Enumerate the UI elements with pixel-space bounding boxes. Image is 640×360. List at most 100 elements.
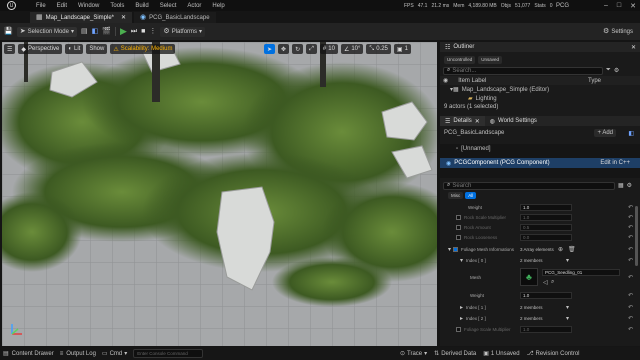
show-button[interactable]: Show	[86, 44, 108, 54]
filter-uncontrolled[interactable]: Uncontrolled	[444, 55, 476, 64]
blueprint-icon[interactable]: ◧	[92, 28, 99, 35]
minimize-icon[interactable]: –	[604, 2, 608, 9]
selection-mode-dropdown[interactable]: ➤ Selection Mode ▾	[16, 26, 77, 37]
console-input[interactable]: Enter Console Command	[133, 349, 204, 358]
more-play-icon[interactable]: ⋮	[149, 28, 156, 35]
output-log-button[interactable]: ≡ Output Log	[60, 351, 96, 357]
override-checkbox-checked[interactable]	[453, 246, 459, 252]
close-icon[interactable]: ✕	[475, 118, 480, 125]
move-tool[interactable]: ✥	[278, 44, 290, 54]
reset-icon[interactable]: ↶	[628, 257, 633, 264]
grid-view-icon[interactable]: ▦	[618, 182, 624, 189]
reset-icon[interactable]: ↶	[628, 326, 633, 333]
trace-button[interactable]: ⊙ Trace ▾	[400, 350, 427, 358]
blueprint-icon[interactable]: ◧	[628, 130, 634, 137]
settings-icon[interactable]: ⚙	[627, 182, 632, 189]
level-viewport[interactable]	[2, 42, 437, 346]
foliage-scale-input[interactable]: 1.0	[520, 325, 572, 333]
derived-data-button[interactable]: ⇅ Derived Data	[434, 350, 476, 358]
details-scrollbar[interactable]	[635, 206, 638, 266]
search-asset-icon[interactable]: ⌕	[551, 279, 554, 286]
play-icon[interactable]: ▶	[120, 27, 127, 36]
save-icon[interactable]: 💾	[4, 28, 13, 35]
content-icon[interactable]: ▤	[81, 28, 88, 35]
type-column[interactable]: Type	[588, 78, 601, 84]
rock-scale-input[interactable]: 1.0	[520, 213, 572, 221]
tab-pcg-graph[interactable]: ◉ PCG_BasicLandscape	[134, 12, 216, 23]
outliner-item[interactable]: ▾▦ Map_Landscape_Simple (Editor)	[440, 85, 640, 94]
menu-select[interactable]: Select	[160, 3, 177, 9]
menu-actor[interactable]: Actor	[187, 3, 201, 9]
maximize-icon[interactable]: □	[617, 2, 621, 9]
chevron-down-icon[interactable]: ▾	[566, 315, 569, 322]
menu-window[interactable]: Window	[78, 3, 99, 9]
chip-misc[interactable]: Misc	[448, 192, 464, 199]
rock-amount-input[interactable]: 0.5	[520, 223, 572, 231]
menu-help[interactable]: Help	[212, 3, 224, 9]
add-component-button[interactable]: + Add	[594, 129, 616, 137]
viewport-options-button[interactable]: ☰	[4, 44, 16, 54]
item-label-column[interactable]: Item Label	[458, 78, 486, 84]
chevron-right-icon[interactable]: ▸	[460, 315, 463, 322]
menu-build[interactable]: Build	[135, 3, 148, 9]
filter-icon[interactable]: ⏷	[606, 67, 611, 74]
outliner-tab[interactable]: ☷ Outliner ✕	[440, 42, 640, 52]
rotate-tool[interactable]: ↻	[292, 44, 304, 54]
revision-control-button[interactable]: ⎇ Revision Control	[527, 350, 580, 358]
weight-input[interactable]: 1.0	[520, 291, 572, 299]
add-element-icon[interactable]: ⊕	[558, 246, 563, 253]
override-checkbox[interactable]	[456, 224, 461, 230]
override-checkbox[interactable]	[456, 326, 461, 332]
chevron-down-icon[interactable]: ▾	[566, 304, 569, 311]
scale-tool[interactable]: ⤢	[306, 44, 317, 54]
tab-close-icon[interactable]: ✕	[121, 14, 126, 21]
camera-speed[interactable]: ▣ 1	[393, 44, 411, 54]
reset-icon[interactable]: ↶	[628, 234, 633, 241]
filter-unsaved[interactable]: Unsaved	[478, 55, 503, 64]
override-checkbox[interactable]	[456, 214, 461, 220]
browse-icon[interactable]: ◁	[543, 279, 548, 286]
reset-icon[interactable]: ↶	[628, 246, 633, 253]
chevron-down-icon[interactable]: ▾	[460, 257, 463, 264]
world-settings-tab[interactable]: ◍ World Settings	[485, 116, 542, 126]
cinematics-icon[interactable]: 🎬	[102, 28, 111, 35]
component-item[interactable]: ▫ [Unnamed]	[440, 144, 640, 154]
scale-snap[interactable]: ⤡ 0.25	[366, 44, 391, 54]
lit-button[interactable]: ◐ Lit	[65, 44, 84, 54]
menu-tools[interactable]: Tools	[110, 3, 124, 9]
reset-icon[interactable]: ↶	[628, 315, 633, 322]
grid-snap[interactable]: #10	[319, 44, 338, 54]
chevron-down-icon[interactable]: ▾	[566, 257, 569, 264]
details-search-input[interactable]: ⌕ Search	[443, 181, 615, 190]
perspective-button[interactable]: ◆ Perspective	[18, 44, 63, 54]
delete-icon[interactable]: 🗑	[568, 246, 576, 253]
cmd-dropdown[interactable]: ▭ Cmd ▾	[102, 350, 127, 358]
unsaved-button[interactable]: ▣ 1 Unsaved	[483, 350, 519, 358]
platforms-dropdown[interactable]: ⚙ Platforms ▾	[160, 26, 206, 37]
reset-icon[interactable]: ↶	[628, 224, 633, 231]
close-icon[interactable]: ✕	[631, 44, 636, 51]
menu-edit[interactable]: Edit	[57, 3, 67, 9]
chevron-right-icon[interactable]: ▸	[460, 304, 463, 311]
details-tab[interactable]: ☰ Details ✕	[440, 116, 485, 126]
outliner-search-input[interactable]: ⌕ Search...	[443, 66, 603, 75]
reset-icon[interactable]: ↶	[628, 204, 633, 211]
chip-all[interactable]: All	[465, 192, 477, 199]
reset-icon[interactable]: ↶	[628, 292, 633, 299]
mesh-asset-picker[interactable]: PCG_Seedling_01	[542, 269, 620, 276]
component-item-selected[interactable]: ◉ PCGComponent (PCG Component) Edit in C…	[440, 158, 640, 168]
settings-button[interactable]: ⚙ Settings	[600, 27, 636, 37]
mesh-thumbnail[interactable]: ♣	[520, 268, 538, 286]
select-tool[interactable]: ➤	[264, 44, 276, 54]
scalability-warning[interactable]: ⚠ Scalability: Medium	[110, 44, 176, 54]
actor-name-field[interactable]: PCG_BasicLandscape	[444, 130, 504, 136]
chevron-down-icon[interactable]: ▾	[448, 246, 451, 253]
stop-icon[interactable]: ■	[141, 28, 145, 35]
outliner-item[interactable]: ▰ Lighting	[440, 94, 640, 103]
tab-map[interactable]: ▦ Map_Landscape_Simple* ✕	[30, 12, 133, 23]
edit-in-cpp-link[interactable]: Edit in C++	[600, 160, 630, 166]
menu-file[interactable]: File	[36, 3, 46, 9]
reset-icon[interactable]: ↶	[628, 274, 633, 281]
step-icon[interactable]: ⏭	[131, 28, 137, 35]
visibility-icon[interactable]: ◉	[443, 77, 448, 84]
